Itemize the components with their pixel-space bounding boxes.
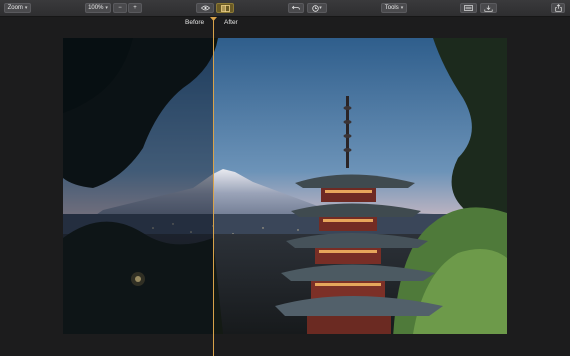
chevron-down-icon: ▾ [105, 5, 108, 11]
eye-icon [200, 5, 210, 11]
adjust-icon [464, 5, 473, 11]
undo-icon [292, 5, 300, 10]
history-icon [312, 4, 319, 12]
zoom-out-button[interactable]: − [113, 3, 127, 13]
preview-toggle-button[interactable] [196, 3, 214, 13]
photo-preview [63, 38, 507, 334]
zoom-menu-button[interactable]: Zoom ▾ [4, 3, 31, 13]
after-label: After [224, 19, 238, 26]
export-icon [484, 5, 493, 12]
zoom-level-select[interactable]: 100% ▾ [85, 3, 111, 13]
adjust-panel-button[interactable] [460, 3, 477, 13]
top-toolbar: Zoom ▾ 100% ▾ − + ▾ Tools ▾ [0, 0, 570, 17]
history-menu-button[interactable]: ▾ [307, 3, 327, 13]
compare-divider[interactable] [213, 17, 214, 356]
compare-split-icon [220, 4, 230, 12]
divider-handle-icon[interactable] [210, 17, 217, 21]
chevron-down-icon: ▾ [24, 5, 28, 11]
chevron-down-icon: ▾ [319, 5, 322, 11]
before-side-overlay [63, 38, 214, 334]
plus-icon: + [133, 5, 137, 11]
share-button[interactable] [551, 3, 565, 13]
chevron-down-icon: ▾ [400, 5, 404, 11]
compare-split-button[interactable] [216, 3, 234, 13]
undo-button[interactable] [288, 3, 304, 13]
before-label: Before [185, 19, 205, 26]
export-button[interactable] [480, 3, 497, 13]
zoom-menu-label: Zoom [7, 5, 23, 11]
minus-icon: − [118, 5, 122, 11]
zoom-level-value: 100% [88, 5, 104, 11]
tools-menu-label: Tools [384, 5, 399, 11]
zoom-in-button[interactable]: + [128, 3, 142, 13]
tools-menu-button[interactable]: Tools ▾ [381, 3, 407, 13]
share-icon [554, 4, 562, 12]
